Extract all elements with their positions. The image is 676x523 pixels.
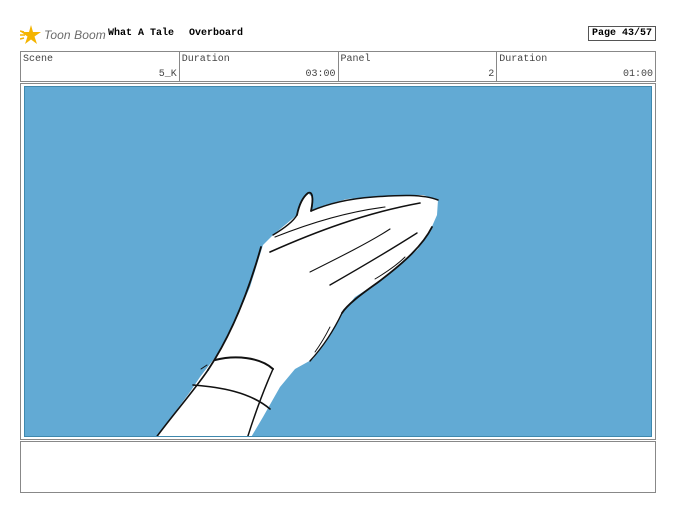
panel-duration-label: Duration — [499, 54, 548, 65]
panel-duration-cell: Duration 01:00 — [497, 52, 655, 81]
panel-cell: Panel 2 — [339, 52, 498, 81]
hand-sketch-drawing — [156, 191, 439, 436]
scene-duration-value: 03:00 — [305, 69, 336, 80]
star-logo-icon — [20, 25, 41, 44]
storyboard-header: Toon Boom What A Tale Overboard Page 43/… — [20, 24, 656, 48]
scene-cell: Scene 5_K — [21, 52, 180, 81]
storyboard-panel[interactable] — [20, 83, 656, 440]
scene-label: Scene — [23, 54, 54, 65]
scene-value: 5_K — [158, 69, 177, 80]
project-title: What A Tale — [108, 28, 175, 39]
episode-title: Overboard — [189, 28, 244, 39]
panel-label: Panel — [340, 54, 371, 65]
panel-info-table: Scene 5_K Duration 03:00 Panel 2 Duratio… — [20, 51, 656, 82]
page-indicator: Page 43/57 — [587, 26, 656, 41]
panel-value: 2 — [488, 69, 495, 80]
panel-notes[interactable] — [20, 441, 656, 493]
panel-image — [24, 86, 652, 437]
logo-text: Toon Boom — [44, 28, 106, 42]
toon-boom-logo: Toon Boom — [20, 24, 106, 46]
scene-duration-cell: Duration 03:00 — [180, 52, 339, 81]
panel-duration-value: 01:00 — [622, 69, 653, 80]
scene-duration-label: Duration — [181, 54, 230, 65]
